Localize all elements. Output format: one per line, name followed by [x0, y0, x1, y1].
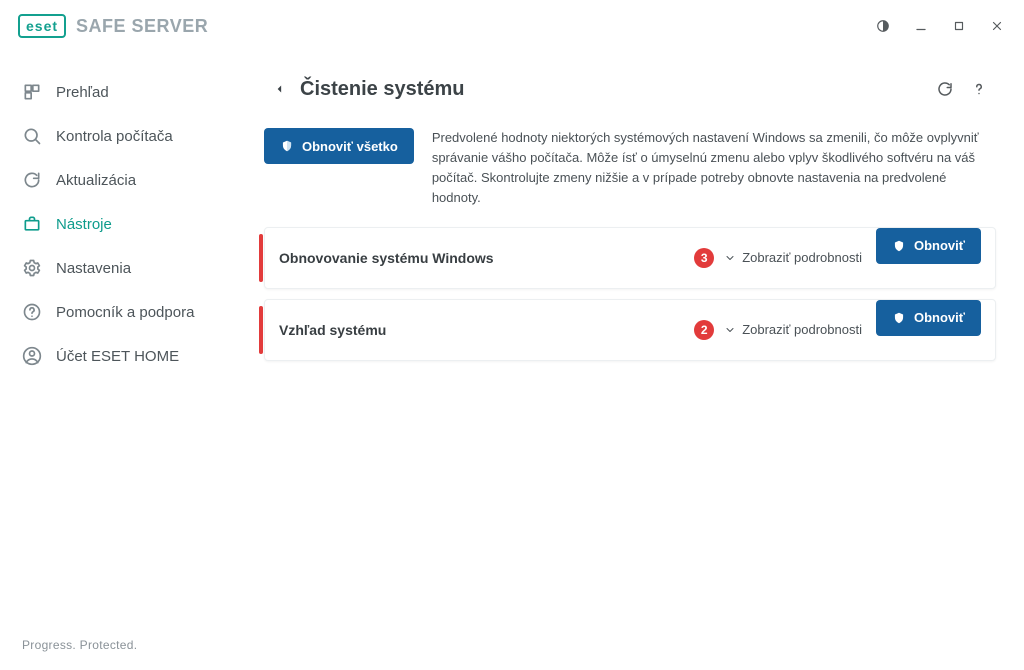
reload-icon[interactable] [928, 72, 962, 106]
sidebar-item-account[interactable]: Účet ESET HOME [8, 334, 244, 378]
main-panel: Čistenie systému Obnoviť všetko Predvole… [252, 52, 1024, 670]
user-icon [22, 346, 42, 366]
card-title: Obnovovanie systému Windows [279, 250, 494, 266]
footer-tagline: Progress. Protected. [8, 620, 244, 670]
dashboard-icon [22, 82, 42, 102]
briefcase-icon [22, 214, 42, 234]
issue-count-badge: 3 [694, 248, 714, 268]
shield-icon [892, 239, 906, 253]
refresh-icon [22, 170, 42, 190]
restore-label: Obnoviť [914, 310, 965, 325]
show-details-label: Zobraziť podrobnosti [742, 322, 862, 337]
card-title: Vzhľad systému [279, 322, 386, 338]
restore-label: Obnoviť [914, 238, 965, 253]
help-icon[interactable] [962, 72, 996, 106]
chevron-down-icon [724, 324, 736, 336]
sidebar-item-update[interactable]: Aktualizácia [8, 158, 244, 202]
product-name: SAFE SERVER [76, 16, 208, 37]
sidebar-item-label: Účet ESET HOME [56, 348, 179, 365]
sidebar-item-overview[interactable]: Prehľad [8, 70, 244, 114]
brand-logo: eset [18, 14, 66, 38]
search-icon [22, 126, 42, 146]
restore-button[interactable]: Obnoviť [876, 300, 981, 336]
show-details-label: Zobraziť podrobnosti [742, 250, 862, 265]
shield-icon [892, 311, 906, 325]
sidebar-item-settings[interactable]: Nastavenia [8, 246, 244, 290]
sidebar: Prehľad Kontrola počítača Aktualizácia [0, 52, 252, 670]
maximize-button[interactable] [940, 7, 978, 45]
sidebar-item-label: Kontrola počítača [56, 128, 173, 145]
show-details-toggle[interactable]: Zobraziť podrobnosti [724, 250, 862, 265]
sidebar-item-label: Nastavenia [56, 260, 131, 277]
issue-count-badge: 2 [694, 320, 714, 340]
sidebar-item-tools[interactable]: Nástroje [8, 202, 244, 246]
cleaner-card: Obnovovanie systému Windows 3 Zobraziť p… [264, 227, 996, 289]
contrast-icon[interactable] [864, 7, 902, 45]
minimize-button[interactable] [902, 7, 940, 45]
cleaner-card: Vzhľad systému 2 Zobraziť podrobnosti Ob… [264, 299, 996, 361]
show-details-toggle[interactable]: Zobraziť podrobnosti [724, 322, 862, 337]
sidebar-item-label: Prehľad [56, 84, 109, 101]
sidebar-item-label: Pomocník a podpora [56, 304, 194, 321]
page-description: Predvolené hodnoty niektorých systémovýc… [432, 128, 996, 209]
restore-all-button[interactable]: Obnoviť všetko [264, 128, 414, 164]
help-icon [22, 302, 42, 322]
close-button[interactable] [978, 7, 1016, 45]
sidebar-item-help[interactable]: Pomocník a podpora [8, 290, 244, 334]
chevron-down-icon [724, 252, 736, 264]
shield-icon [280, 139, 294, 153]
sidebar-item-label: Aktualizácia [56, 172, 136, 189]
titlebar: eset SAFE SERVER [0, 0, 1024, 52]
sidebar-item-label: Nástroje [56, 216, 112, 233]
back-button[interactable] [264, 73, 296, 105]
restore-all-label: Obnoviť všetko [302, 139, 398, 154]
gear-icon [22, 258, 42, 278]
sidebar-item-scan[interactable]: Kontrola počítača [8, 114, 244, 158]
page-title: Čistenie systému [300, 78, 465, 101]
restore-button[interactable]: Obnoviť [876, 228, 981, 264]
